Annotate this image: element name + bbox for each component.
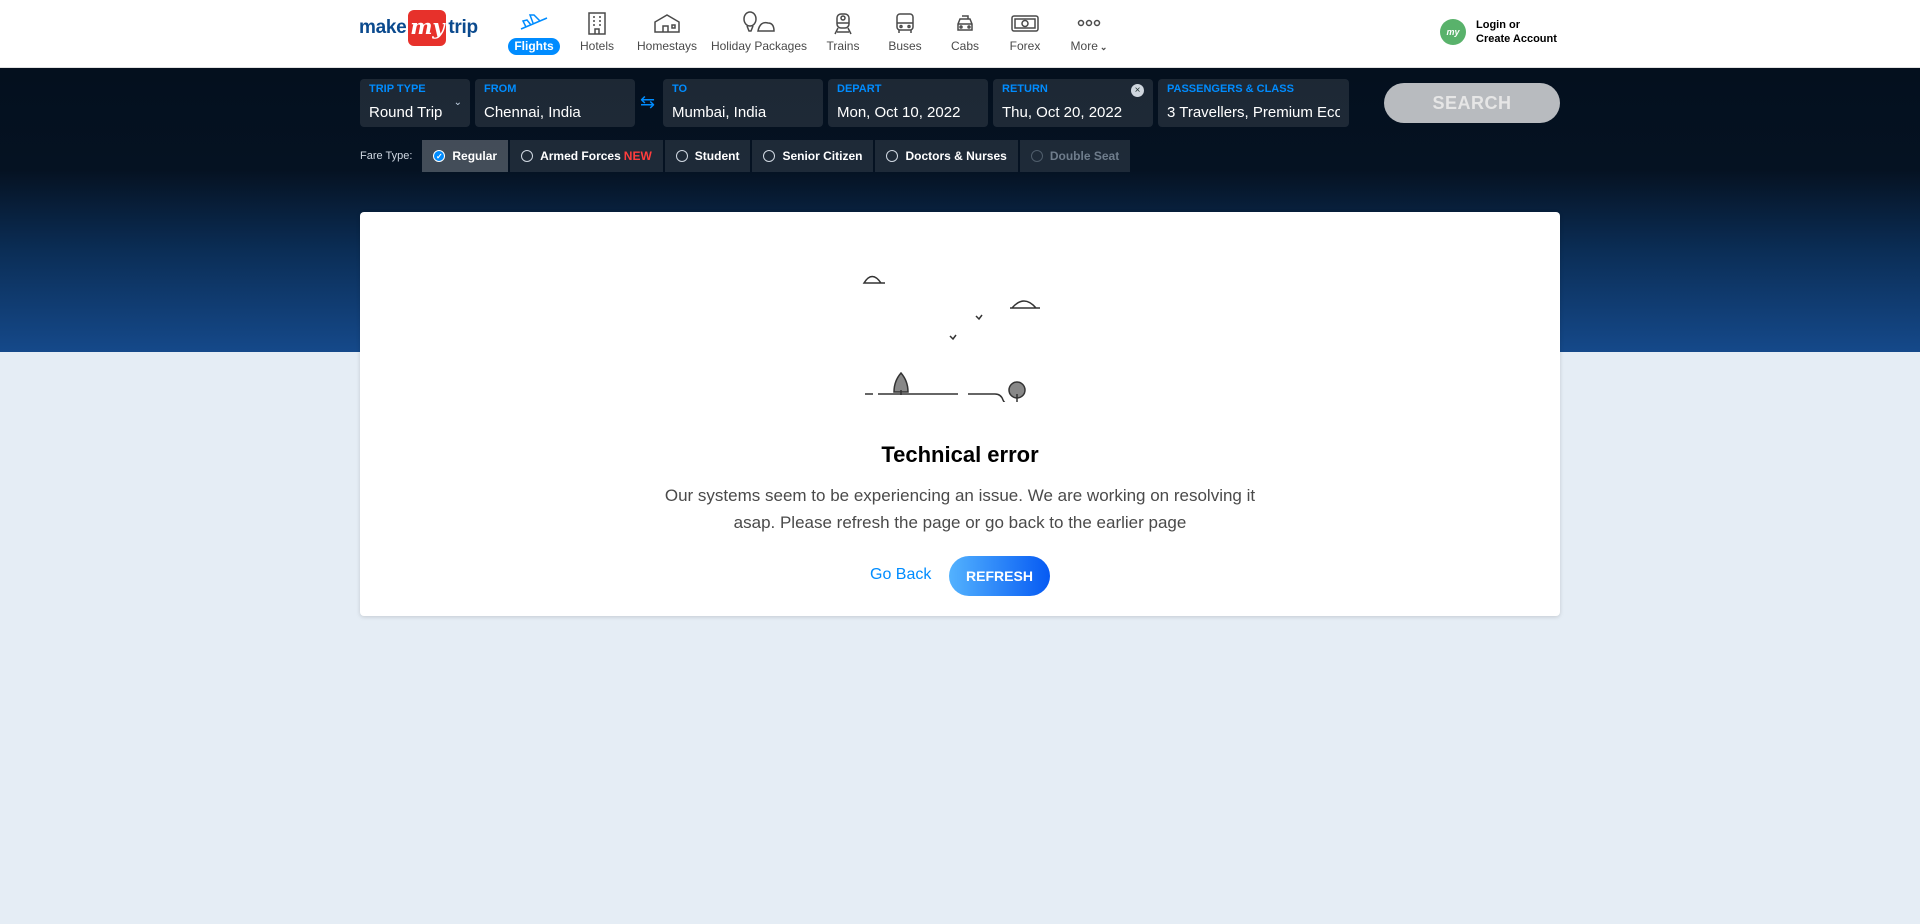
field-label: TO [672,83,688,95]
create-account-line: Create Account [1476,33,1557,45]
nav-item-cabs[interactable]: Cabs [939,0,991,68]
new-badge: NEW [623,149,652,163]
field-value: Round Trip [369,104,443,121]
radio-icon [1030,150,1043,162]
fare-option-label: Double Seat [1049,149,1120,163]
logo-text-trip: trip [448,17,478,38]
forex-icon [1010,10,1040,36]
clear-return-icon[interactable]: × [1131,84,1144,97]
fare-type-label: Fare Type: [360,150,413,162]
nav-item-forex[interactable]: Forex [997,0,1053,68]
holiday-icon [740,10,778,36]
fare-option-label: Regular [452,149,498,163]
login-line: Login or [1476,19,1520,31]
field-value: Mon, Oct 10, 2022 [837,104,961,121]
field-label: RETURN [1002,83,1048,95]
makemytrip-logo[interactable]: make my trip [359,10,478,46]
go-back-link[interactable]: Go Back [870,566,931,584]
main-nav: Flights Hotels Homestays Holiday Package… [505,0,1125,68]
more-label: More [1070,39,1098,53]
fare-option-label: Doctors & Nurses [905,149,1007,163]
nav-item-buses[interactable]: Buses [877,0,933,68]
more-icon [1076,10,1102,36]
nav-label: Trains [826,39,860,53]
logo-text-make: make [359,17,407,38]
avatar: my [1440,19,1466,45]
fare-option-label: Student [694,149,740,163]
fare-type-selector: Fare Type: ✓ Regular Armed Forces NEW St… [360,140,1132,172]
error-card: Technical error Our systems seem to be e… [360,212,1560,616]
field-value: Chennai, India [484,104,581,121]
fare-option-armed-forces[interactable]: Armed Forces NEW [510,140,663,172]
flight-icon [518,10,550,36]
bus-icon [893,10,917,36]
top-header: make my trip Flights Hotels Homestays Ho… [0,0,1920,68]
nav-item-holiday-packages[interactable]: Holiday Packages [709,0,809,68]
fare-option-label: Armed Forces [540,149,621,163]
nav-item-homestays[interactable]: Homestays [631,0,703,68]
cloud-icon [1010,300,1040,309]
depart-date-field[interactable]: DEPART Mon, Oct 10, 2022 [828,79,988,127]
chevron-down-icon: ⌄ [1099,42,1108,52]
search-widget: TRIP TYPE Round Trip ⌄ FROM Chennai, Ind… [0,79,1920,127]
nav-label: More ⌄ [1065,38,1114,56]
radio-icon [521,150,534,162]
fare-option-doctors-nurses[interactable]: Doctors & Nurses [875,140,1018,172]
nav-label: Holiday Packages [710,39,808,53]
nav-label: Buses [888,39,922,53]
search-button[interactable]: SEARCH [1384,83,1560,123]
fare-option-senior-citizen[interactable]: Senior Citizen [752,140,874,172]
fare-option-double-seat[interactable]: Double Seat [1019,140,1131,172]
login-button[interactable]: my Login or Create Account [1440,18,1557,46]
train-icon [831,10,855,36]
to-field[interactable]: TO Mumbai, India [663,79,823,127]
fare-option-regular[interactable]: ✓ Regular [422,140,509,172]
field-label: FROM [484,83,517,95]
nav-item-hotels[interactable]: Hotels [569,0,625,68]
tree-icon [893,371,909,395]
radio-icon [675,150,688,162]
checked-radio-icon: ✓ [433,150,446,162]
nav-label: Flights [508,38,560,55]
fare-option-label: Senior Citizen [782,149,863,163]
login-text: Login or Create Account [1476,18,1557,46]
from-field[interactable]: FROM Chennai, India [475,79,635,127]
fare-option-student[interactable]: Student [664,140,751,172]
nav-label: Cabs [950,39,979,53]
homestay-icon [652,10,682,36]
nav-label: Hotels [579,39,614,53]
hotel-icon [584,10,610,36]
cab-icon [953,10,977,36]
nav-label: Homestays [636,39,698,53]
chevron-down-icon: ⌄ [453,97,462,108]
field-value: Thu, Oct 20, 2022 [1002,104,1123,121]
field-label: TRIP TYPE [369,83,426,95]
radio-icon [763,150,776,162]
radio-icon [886,150,899,162]
nav-item-more[interactable]: More ⌄ [1059,0,1119,68]
refresh-button[interactable]: REFRESH [949,556,1050,596]
trip-type-select[interactable]: TRIP TYPE Round Trip ⌄ [360,79,470,127]
field-value: 3 Travellers, Premium Economy [1167,104,1340,121]
cloud-icon [862,275,885,284]
nav-item-trains[interactable]: Trains [815,0,871,68]
error-illustration [862,275,1040,402]
logo-text-my: my [408,10,447,46]
field-value: Mumbai, India [672,104,767,121]
birds-icon [949,314,983,341]
error-message: Our systems seem to be experiencing an i… [664,486,1256,532]
passengers-class-field[interactable]: PASSENGERS & CLASS 3 Travellers, Premium… [1158,79,1349,127]
error-title: Technical error [881,442,1039,467]
field-label: DEPART [837,83,882,95]
nav-item-flights[interactable]: Flights [505,0,563,68]
return-date-field[interactable]: RETURN Thu, Oct 20, 2022 × [993,79,1153,127]
swap-icon[interactable]: ⇆ [640,92,655,113]
nav-label: Forex [1009,39,1041,53]
field-label: PASSENGERS & CLASS [1167,83,1294,95]
